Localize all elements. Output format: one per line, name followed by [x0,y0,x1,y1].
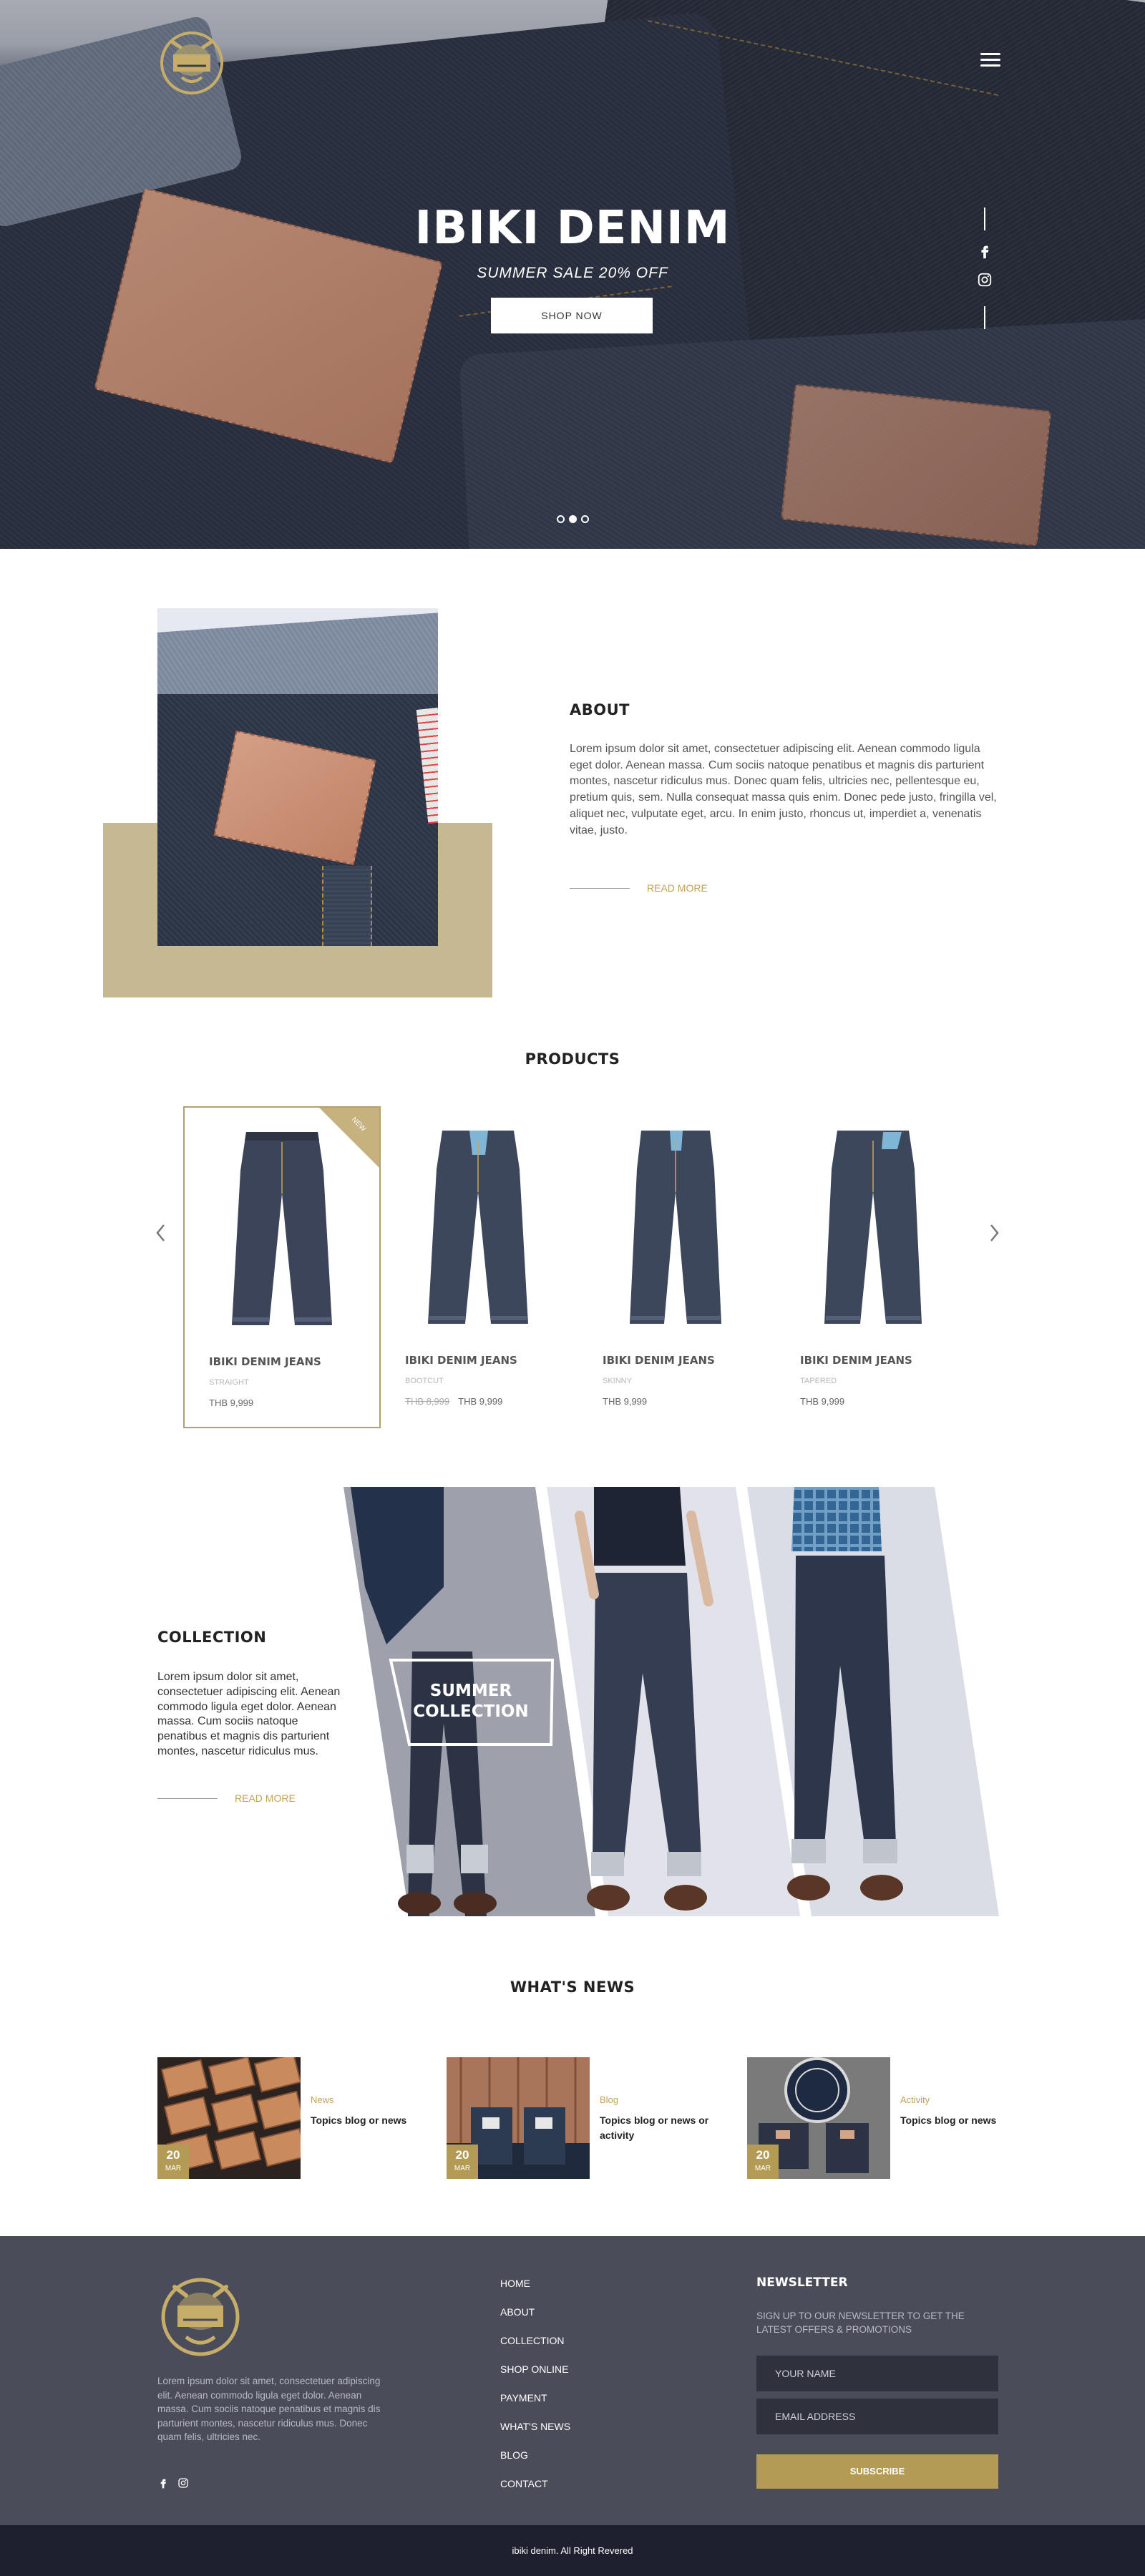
news-month: MAR [754,2165,771,2172]
instagram-icon[interactable] [177,2477,189,2489]
product-card[interactable]: IBIKI DENIM JEANS BOOTCUT THB 8,999 THB … [381,1106,578,1428]
products-title: PRODUCTS [525,1050,620,1068]
slider-dot[interactable] [557,515,565,523]
news-headline[interactable]: Topics blog or news [900,2113,1022,2128]
footer-link-about[interactable]: ABOUT [500,2306,570,2335]
news-category: News [311,2094,334,2105]
news-day: 20 [455,2148,469,2162]
footer-link-home[interactable]: HOME [500,2278,570,2306]
product-category: STRAIGHT [209,1378,249,1387]
social-rail-line [984,306,985,329]
product-name: IBIKI DENIM JEANS [603,1354,715,1367]
read-more-label: READ MORE [235,1792,296,1804]
about-photo-belt-loop [322,866,372,946]
news-date-badge: 20 MAR [157,2145,189,2179]
product-name: IBIKI DENIM JEANS [800,1354,912,1367]
footer-link-payment[interactable]: PAYMENT [500,2392,570,2421]
instagram-icon[interactable] [977,272,993,288]
hero-title: IBIKI DENIM [414,202,731,255]
product-category: TAPERED [800,1377,837,1385]
news-date-badge: 20 MAR [447,2145,478,2179]
hero-subtitle: SUMMER SALE 20% OFF [477,265,668,281]
slider-dot[interactable] [581,515,589,523]
news-headline[interactable]: Topics blog or news [311,2113,432,2128]
news-day: 20 [166,2148,180,2162]
product-card[interactable]: IBIKI DENIM JEANS TAPERED THB 9,999 [776,1106,973,1428]
read-more-line [157,1797,218,1799]
news-day: 20 [756,2148,770,2162]
product-price-row: THB 8,999 THB 9,999 [405,1396,502,1407]
product-card[interactable]: IBIKI DENIM JEANS SKINNY THB 9,999 [578,1106,776,1428]
news-category: Activity [900,2094,930,2105]
chevron-left-icon[interactable] [153,1222,169,1244]
footer-link-whats-news[interactable]: WHAT'S NEWS [500,2421,570,2449]
news-headline[interactable]: Topics blog or news or activity [600,2113,721,2143]
jeans-image [428,1131,528,1324]
footer-about-text: Lorem ipsum dolor sit amet, consectetuer… [157,2376,381,2443]
product-name: IBIKI DENIM JEANS [405,1354,517,1367]
social-rail [977,208,993,329]
collection-text: Lorem ipsum dolor sit amet, consectetuer… [157,1671,341,1757]
newsletter-email-input[interactable] [756,2399,998,2434]
collection-title: COLLECTION [157,1629,267,1646]
news-date-badge: 20 MAR [747,2145,779,2179]
social-rail-line [984,208,985,230]
news-month: MAR [454,2165,471,2172]
read-more-label: READ MORE [647,882,708,894]
product-category: BOOTCUT [405,1377,444,1385]
collection-gallery[interactable]: SUMMER COLLECTION [344,1487,1002,1916]
news-category: Blog [600,2094,619,2105]
subscribe-button[interactable]: SUBSCRIBE [756,2454,998,2489]
product-old-price: THB 8,999 [405,1396,450,1407]
copyright-text: ibiki denim. All Right Revered [512,2545,633,2556]
hero-banner: IBIKI DENIM SUMMER SALE 20% OFF SHOP NOW [0,0,1145,549]
product-price: THB 9,999 [800,1396,845,1407]
read-more-line [570,887,630,889]
collection-overlay-line1: SUMMER [430,1682,512,1700]
shop-now-button[interactable]: SHOP NOW [491,298,653,333]
footer-link-contact[interactable]: CONTACT [500,2478,570,2507]
product-price-row: THB 9,999 [800,1396,844,1407]
news-item[interactable]: 20 MAR Blog Topics blog or news or activ… [447,2057,733,2179]
product-price-row: THB 9,999 [603,1396,647,1407]
news-item[interactable]: 20 MAR News Topics blog or news [157,2057,444,2179]
slider-dots [557,515,589,523]
news-title: WHAT'S NEWS [510,1979,635,1996]
news-month: MAR [165,2165,182,2172]
footer-link-blog[interactable]: BLOG [500,2449,570,2478]
news-item[interactable]: 20 MAR Activity Topics blog or news [747,2057,1033,2179]
chevron-right-icon[interactable] [986,1222,1002,1244]
footer-menu: HOME ABOUT COLLECTION SHOP ONLINE PAYMEN… [500,2278,570,2507]
hamburger-menu-icon[interactable] [980,53,1000,70]
product-name: IBIKI DENIM JEANS [209,1355,321,1368]
newsletter-subtitle: SIGN UP TO OUR NEWSLETTER TO GET THE LAT… [756,2311,965,2335]
product-card[interactable]: NEW IBIKI DENIM JEANS STRAIGHT THB 9,999 [183,1106,381,1428]
product-category: SKINNY [603,1377,632,1385]
about-read-more-link[interactable]: READ MORE [570,882,708,894]
copyright-bar: ibiki denim. All Right Revered [0,2525,1145,2576]
about-title: ABOUT [570,701,630,718]
product-price: THB 9,999 [458,1396,503,1407]
collection-overlay-line2: COLLECTION [413,1702,528,1721]
product-price: THB 9,999 [603,1396,648,1407]
product-price: THB 9,999 [209,1397,254,1408]
footer-link-collection[interactable]: COLLECTION [500,2335,570,2363]
facebook-icon[interactable] [977,243,993,259]
jeans-image [824,1131,922,1324]
slider-dot-active[interactable] [569,515,577,523]
jeans-image [232,1132,332,1325]
newsletter-name-input[interactable] [756,2356,998,2391]
product-price-row: THB 9,999 [209,1397,253,1408]
newsletter-title: NEWSLETTER [756,2275,848,2290]
footer-link-shop-online[interactable]: SHOP ONLINE [500,2363,570,2392]
footer-social [157,2477,189,2489]
about-text: Lorem ipsum dolor sit amet, consectetuer… [570,743,997,836]
facebook-icon[interactable] [157,2477,169,2489]
footer-brand-logo[interactable] [157,2270,243,2360]
about-photo [157,608,438,946]
brand-logo[interactable] [156,26,228,97]
jeans-image [630,1131,721,1324]
collection-read-more-link[interactable]: READ MORE [157,1792,296,1804]
